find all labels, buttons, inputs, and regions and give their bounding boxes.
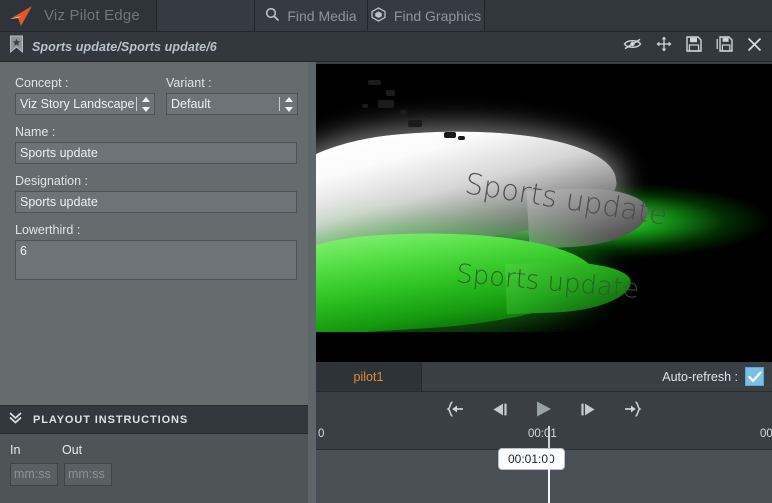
preview-canvas: Sports update Sports update bbox=[316, 62, 772, 362]
playhead-line[interactable] bbox=[548, 450, 550, 503]
search-icon bbox=[265, 7, 280, 24]
in-time-input[interactable]: mm:ss bbox=[10, 463, 58, 486]
lowerthird-textarea[interactable]: 6 bbox=[15, 240, 297, 280]
playhead-timecode-bubble: 00:01:00 bbox=[498, 448, 565, 470]
graphics-preview[interactable]: Sports update Sports update bbox=[316, 62, 772, 362]
lowerthird-label: Lowerthird : bbox=[15, 223, 81, 237]
ruler-tick-0: 0 bbox=[318, 428, 325, 440]
paper-plane-logo-icon bbox=[8, 5, 34, 27]
floppy-disk-icon[interactable] bbox=[686, 36, 702, 57]
ruler-tick-1: 00:01 bbox=[528, 428, 557, 440]
auto-refresh-control: Auto-refresh : bbox=[662, 362, 772, 391]
name-label: Name : bbox=[15, 125, 56, 139]
variant-value: Default bbox=[171, 97, 211, 111]
channel-tab-strip: pilot1 Auto-refresh : bbox=[316, 362, 772, 392]
concept-value: Viz Story Landscape bbox=[20, 97, 135, 111]
channel-tab-label: pilot1 bbox=[353, 369, 384, 384]
concept-label: Concept : bbox=[15, 76, 69, 90]
lowerthird-field-group: Lowerthird : 6 bbox=[0, 213, 308, 280]
go-to-start-button[interactable] bbox=[444, 398, 468, 420]
top-bar-filler bbox=[485, 0, 772, 31]
concept-select[interactable]: Viz Story Landscape bbox=[15, 93, 155, 115]
channel-tab-pilot1[interactable]: pilot1 bbox=[316, 362, 422, 391]
chevron-double-down-icon[interactable] bbox=[8, 410, 23, 430]
inout-labels: In Out bbox=[0, 434, 308, 457]
auto-refresh-label: Auto-refresh : bbox=[662, 369, 738, 384]
out-label: Out bbox=[62, 443, 83, 457]
name-input[interactable]: Sports update bbox=[15, 142, 297, 164]
timeline-track-area[interactable]: 00:01:00 bbox=[316, 426, 772, 503]
viz-pilot-edge-window: Viz Pilot Edge Find Media Find Graphics bbox=[0, 0, 772, 503]
tab-find-media[interactable]: Find Media bbox=[255, 0, 368, 31]
floppy-disk-copy-icon[interactable] bbox=[716, 36, 733, 57]
preview-top-edge bbox=[316, 62, 772, 64]
breadcrumb-path: Sports update/Sports update/6 bbox=[32, 39, 217, 54]
preview-bottom-letterbox bbox=[316, 332, 772, 362]
ruler-tick-2: 00 bbox=[760, 428, 772, 440]
app-title: Viz Pilot Edge bbox=[44, 7, 140, 24]
tab-empty-slot[interactable] bbox=[157, 0, 255, 31]
tab-find-media-label: Find Media bbox=[287, 7, 357, 24]
timeline-ruler[interactable]: 0 00:01 00 bbox=[316, 426, 772, 450]
playhead-upper bbox=[548, 426, 550, 450]
name-field-group: Name : Sports update bbox=[0, 115, 308, 164]
template-fields-panel: Concept : Viz Story Landscape Variant : … bbox=[0, 62, 308, 405]
debris-specks bbox=[356, 74, 546, 154]
breadcrumb-actions bbox=[623, 36, 762, 57]
play-button[interactable] bbox=[532, 398, 556, 420]
concept-select-separator bbox=[136, 97, 137, 111]
out-time-input[interactable]: mm:ss bbox=[64, 463, 112, 486]
top-tab-bar: Viz Pilot Edge Find Media Find Graphics bbox=[0, 0, 772, 32]
playout-instructions-header[interactable]: PLAYOUT INSTRUCTIONS bbox=[0, 405, 308, 434]
variant-field-group: Variant : Default bbox=[166, 76, 298, 115]
graphics-cube-icon bbox=[371, 6, 386, 25]
step-forward-button[interactable] bbox=[576, 398, 600, 420]
concept-variant-row: Concept : Viz Story Landscape Variant : … bbox=[0, 62, 308, 115]
check-icon bbox=[747, 370, 762, 382]
step-back-button[interactable] bbox=[488, 398, 512, 420]
designation-label: Designation : bbox=[15, 174, 88, 188]
variant-select[interactable]: Default bbox=[166, 93, 298, 115]
tab-find-graphics-label: Find Graphics bbox=[393, 7, 482, 24]
designation-field-group: Designation : Sports update bbox=[0, 164, 308, 213]
designation-input[interactable]: Sports update bbox=[15, 191, 297, 213]
go-to-end-button[interactable] bbox=[620, 398, 644, 420]
inout-inputs: mm:ss mm:ss bbox=[0, 457, 308, 486]
chevron-updown-icon[interactable] bbox=[284, 97, 294, 112]
chevron-updown-icon[interactable] bbox=[141, 97, 151, 112]
playout-instructions-body: In Out mm:ss mm:ss bbox=[0, 434, 308, 503]
breadcrumb-bar: Sports update/Sports update/6 bbox=[0, 32, 772, 62]
variant-label: Variant : bbox=[166, 76, 212, 90]
eye-slash-icon[interactable] bbox=[623, 37, 642, 56]
move-arrows-icon[interactable] bbox=[656, 36, 672, 57]
app-brand: Viz Pilot Edge bbox=[0, 0, 157, 31]
concept-field-group: Concept : Viz Story Landscape bbox=[15, 76, 155, 115]
in-label: In bbox=[10, 443, 21, 457]
tab-find-graphics[interactable]: Find Graphics bbox=[368, 0, 485, 31]
auto-refresh-checkbox[interactable] bbox=[745, 367, 764, 386]
variant-select-separator bbox=[279, 97, 280, 111]
transport-controls bbox=[316, 392, 772, 426]
bookmark-star-icon bbox=[9, 35, 24, 58]
playout-instructions-title: PLAYOUT INSTRUCTIONS bbox=[33, 413, 189, 426]
close-x-icon[interactable] bbox=[747, 37, 762, 57]
